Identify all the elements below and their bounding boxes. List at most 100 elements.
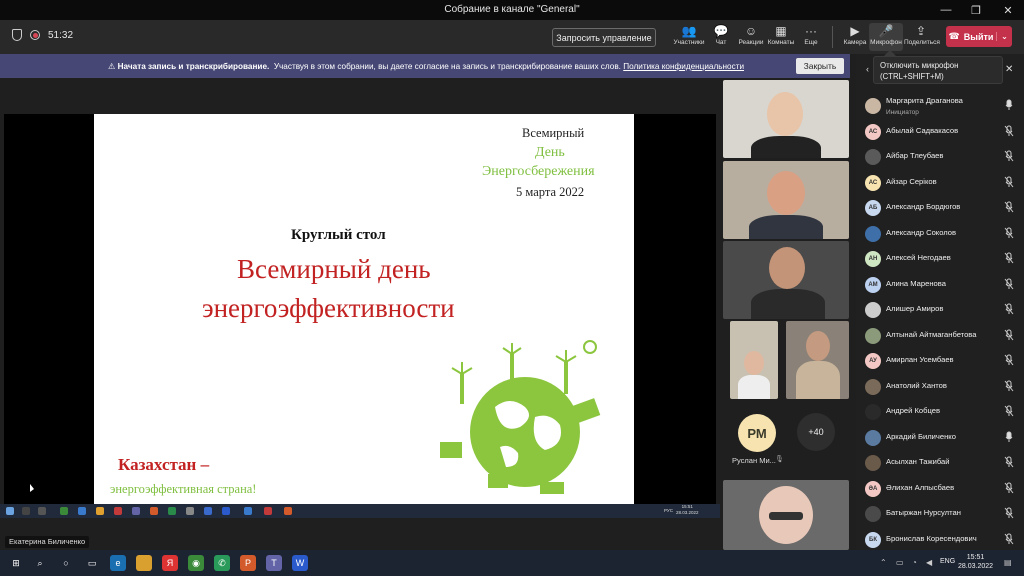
whatsapp-icon[interactable]: ✆ [214, 555, 230, 571]
microphone-button[interactable]: 🎤 Микрофон [869, 23, 903, 51]
privacy-link[interactable]: Политика конфиденциальности [623, 62, 744, 71]
participant-row[interactable]: Аркадий Биличенко [856, 426, 1024, 451]
chevron-down-icon[interactable]: ⌄ [996, 32, 1012, 41]
volume-icon[interactable]: ◀ [926, 558, 932, 567]
participant-name: Анатолий Хантов [886, 380, 947, 390]
participant-row[interactable]: Андрей Кобцев [856, 400, 1024, 425]
participant-row[interactable]: Батыржан Нурсултан [856, 502, 1024, 527]
reactions-button[interactable]: ☺ Реакции [734, 23, 768, 51]
participant-video [806, 331, 830, 361]
participant-row[interactable]: АБ Александр Бордюгов [856, 196, 1024, 221]
participants-panel: ‹ ✕ Маргарита Драганова Инициатор АС Абылай… [856, 54, 1024, 550]
teams-icon[interactable]: T [266, 555, 282, 571]
mic-muted-icon: 🎙 [775, 456, 784, 463]
teams-meeting-window: Собрание в канале "General" — ❐ ✕ 51:32 … [0, 0, 1024, 576]
mic-muted-icon [1004, 278, 1014, 289]
mouse-pointer-icon [30, 484, 34, 492]
close-notice-button[interactable]: Закрыть [796, 58, 844, 74]
participant-row[interactable]: АС Абылай Садвакасов [856, 120, 1024, 145]
cortana-icon[interactable]: ○ [58, 555, 74, 571]
rooms-button[interactable]: ▦ Комнаты [764, 23, 798, 51]
powerpoint-icon[interactable]: P [240, 555, 256, 571]
participant-row[interactable]: АУ Амирлан Усембаев [856, 349, 1024, 374]
participant-row[interactable]: АМ Алина Маренова [856, 273, 1024, 298]
participant-row[interactable]: Анатолий Хантов [856, 375, 1024, 400]
participant-row[interactable]: Айбар Тлеубаев [856, 145, 1024, 170]
video-tile-6[interactable] [723, 480, 849, 550]
mic-muted-icon [1004, 252, 1014, 264]
avatar [865, 506, 881, 522]
rooms-icon: ▦ [775, 24, 787, 38]
word-icon [244, 507, 252, 515]
word-icon[interactable]: W [292, 555, 308, 571]
participant-name: Аркадий Биличенко [886, 431, 956, 441]
participant-video-body [749, 215, 823, 239]
teams-icon [132, 507, 140, 515]
presentation-slide: Всемирный День Энергосбережения 5 марта … [94, 114, 634, 504]
share-icon: ⇪ [915, 24, 927, 38]
edge-icon[interactable]: e [110, 555, 126, 571]
participant-row[interactable]: Алишер Амиров [856, 298, 1024, 323]
mic-muted-icon [1004, 227, 1014, 238]
more-button[interactable]: ··· Еще [794, 23, 828, 51]
pdf-icon [284, 507, 292, 515]
close-icon[interactable]: ✕ [1005, 64, 1013, 75]
participant-video [769, 247, 805, 289]
participant-row[interactable]: Асылхан Тажибай [856, 451, 1024, 476]
camera-button[interactable]: ▶ Камера [838, 23, 872, 51]
leave-button[interactable]: ☎ Выйти ⌄ [946, 26, 1012, 47]
video-tile-1[interactable] [723, 80, 849, 158]
share-button[interactable]: ⇪ Поделиться [904, 23, 940, 51]
participant-name: Батыржан Нурсултан [886, 508, 961, 517]
language-indicator[interactable]: ENG [940, 558, 955, 565]
shared-screen: Всемирный День Энергосбережения 5 марта … [4, 114, 716, 514]
notifications-icon[interactable]: ▤ [1004, 558, 1012, 567]
participant-name: Алексей Негодаев [886, 253, 951, 262]
video-tile-5[interactable] [786, 321, 849, 399]
windows-start-icon [6, 507, 14, 515]
excel-icon [168, 507, 176, 515]
participant-row[interactable]: БК Бронислав Коресендович [856, 528, 1024, 553]
yandex-icon[interactable]: Я [162, 555, 178, 571]
more-participants-button[interactable]: +40 [797, 413, 835, 451]
chrome-icon[interactable]: ◉ [188, 555, 204, 571]
request-control-button[interactable]: Запросить управление [552, 28, 656, 47]
participant-row[interactable]: Алтынай Айтмаганбетова [856, 324, 1024, 349]
video-tile-4[interactable] [730, 321, 778, 399]
participant-row[interactable]: Александр Соколов [856, 222, 1024, 247]
video-tile-2[interactable] [723, 161, 849, 239]
chat-button[interactable]: 💬 Чат [704, 23, 738, 51]
avatar[interactable]: РМ [738, 414, 776, 452]
participant-row[interactable]: АН Алексей Негодаев [856, 247, 1024, 272]
participant-name: Әлихан Алпысбаев [886, 482, 955, 492]
shared-clock: 15:51 28.03.2022 [676, 504, 699, 515]
participants-button[interactable]: 👥 Участники [672, 23, 706, 51]
minimize-icon[interactable]: — [932, 0, 960, 20]
search-icon[interactable]: ⌕ [32, 555, 48, 571]
presenter-name-tag: Екатерина Биличенко [5, 536, 90, 548]
mic-muted-icon [1004, 125, 1014, 136]
wifi-icon[interactable]: ◔ [912, 558, 917, 567]
window-title: Собрание в канале "General" [444, 4, 580, 15]
slide-footer-text: энергоэффективная страна! [110, 482, 257, 496]
windows-start-icon[interactable]: ⊞ [8, 555, 24, 571]
mic-muted-icon [1004, 482, 1014, 493]
task-view-icon[interactable]: ▭ [84, 555, 100, 571]
avatar [865, 404, 881, 420]
maximize-icon[interactable]: ❐ [962, 0, 990, 20]
tray-chevron-icon[interactable]: ⌃ [880, 558, 887, 567]
participant-role: Инициатор [886, 109, 919, 116]
chevron-left-icon[interactable]: ‹ [866, 64, 869, 74]
close-window-icon[interactable]: ✕ [994, 0, 1022, 20]
folder-icon[interactable] [136, 555, 152, 571]
participant-row[interactable]: Маргарита Драганова Инициатор [856, 94, 1024, 119]
recording-app-icon [264, 507, 272, 515]
taskbar-clock[interactable]: 15:51 28.03.2022 [958, 553, 993, 571]
task-view-icon [38, 507, 46, 515]
participant-row[interactable]: ӘА Әлихан Алпысбаев [856, 477, 1024, 502]
participant-row[interactable]: АС Айзар Серіков [856, 171, 1024, 196]
mic-muted-icon [1004, 507, 1014, 519]
network-icon[interactable]: ▭ [896, 558, 904, 567]
video-tile-3[interactable] [723, 241, 849, 319]
glasses-shape [769, 512, 803, 520]
